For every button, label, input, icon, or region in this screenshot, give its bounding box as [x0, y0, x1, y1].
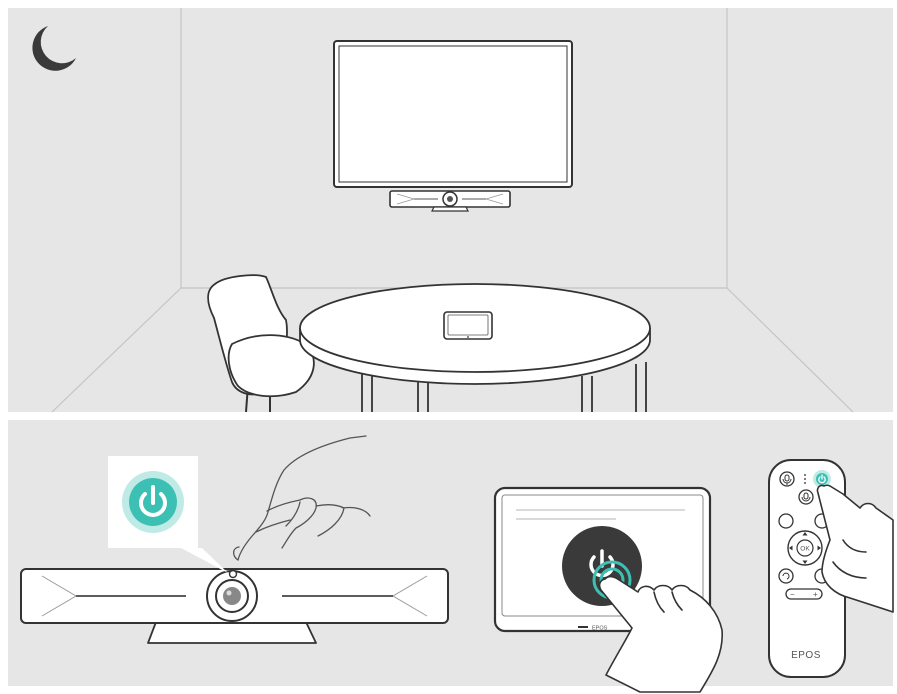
meeting-room-panel — [8, 8, 893, 413]
video-bar-power-button[interactable] — [228, 569, 238, 579]
remote-left-button[interactable] — [778, 513, 794, 529]
remote-plus-label: + — [813, 590, 818, 599]
remote-back-button[interactable] — [778, 568, 794, 584]
remote-mute-button[interactable] — [779, 471, 795, 487]
video-bar-stand — [147, 621, 317, 644]
screen-brand-label: EPOS — [592, 626, 608, 632]
table-tablet — [443, 311, 493, 340]
power-on-panel: EPOS OK − + EPOS — [8, 420, 894, 693]
remote-minus-label: − — [790, 590, 795, 599]
wall-tv — [333, 40, 573, 188]
remote-mic-button[interactable] — [798, 489, 814, 505]
remote-dpad[interactable]: OK — [787, 530, 823, 566]
remote-ok-label: OK — [800, 546, 810, 553]
remote-volume-rocker[interactable]: − + — [785, 588, 823, 600]
setup-illustration: EPOS OK − + EPOS — [0, 8, 897, 693]
remote-brand-label: EPOS — [791, 650, 821, 661]
camera-lens — [206, 570, 258, 622]
